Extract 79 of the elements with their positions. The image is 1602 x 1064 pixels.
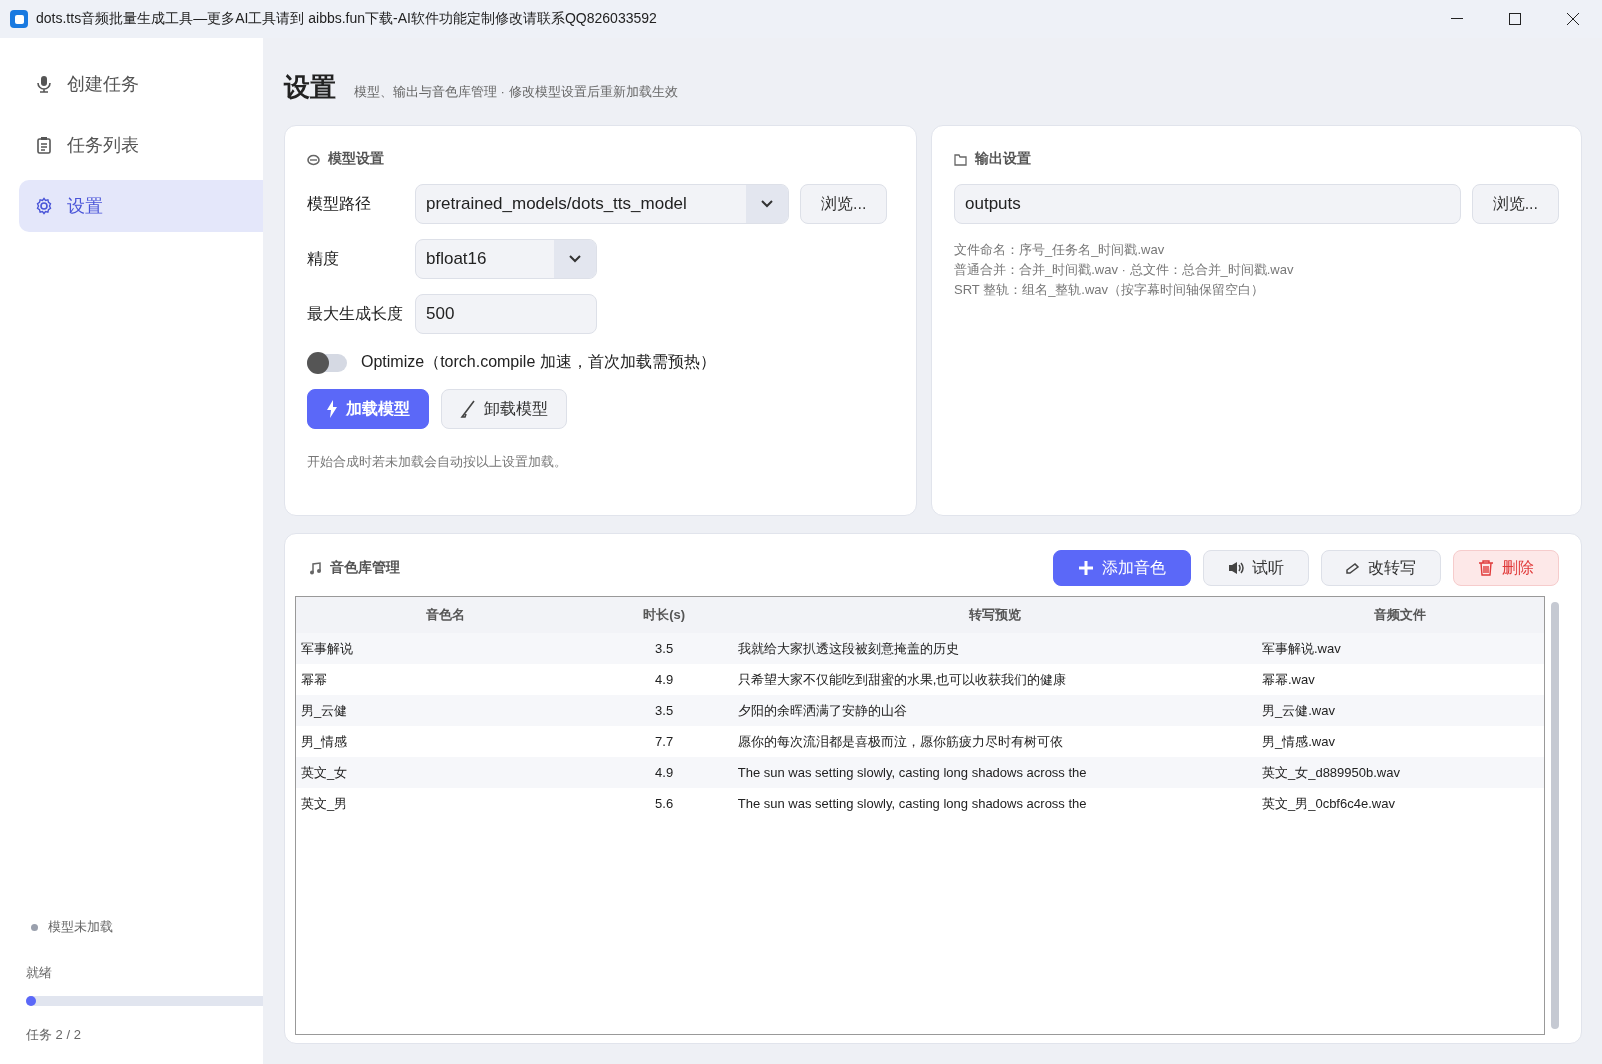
- table-cell: 幂幂: [296, 664, 596, 695]
- pencil-icon: [1346, 562, 1360, 574]
- table-cell: 3.5: [595, 633, 733, 664]
- sidebar-item[interactable]: 设置: [19, 180, 263, 232]
- table-cell: 男_情感.wav: [1256, 726, 1544, 757]
- section-title: 音色库管理: [330, 559, 400, 577]
- page-subtitle: 模型、输出与音色库管理 · 修改模型设置后重新加载生效: [354, 83, 678, 101]
- column-header: 时长(s): [595, 597, 733, 633]
- sidebar-item[interactable]: 任务列表: [19, 119, 263, 171]
- browse-button[interactable]: 浏览...: [800, 184, 888, 224]
- speaker-icon: [1228, 561, 1244, 575]
- microphone-icon: [35, 75, 53, 93]
- window-title: dots.tts音频批量生成工具—更多AI工具请到 aibbs.fun下载-AI软件功能定制修改请联系QQ826033592: [36, 10, 658, 28]
- brush-icon: [460, 400, 476, 418]
- table-cell: 5.6: [595, 788, 733, 819]
- max-length-field[interactable]: 500: [415, 294, 597, 334]
- table-cell: 男_情感: [296, 726, 596, 757]
- preview-button[interactable]: 试听: [1203, 550, 1309, 586]
- load-model-button[interactable]: 加载模型: [307, 389, 429, 429]
- field-label: 精度: [307, 248, 340, 269]
- browse-button[interactable]: 浏览...: [1471, 184, 1559, 224]
- clipboard-icon: [35, 136, 53, 154]
- plus-icon: [1078, 560, 1094, 576]
- status-text: 就绪: [26, 964, 53, 982]
- model-status: 模型未加载: [48, 918, 113, 936]
- page-title: 设置: [284, 71, 336, 104]
- settings-icon: [35, 197, 53, 215]
- field-label: 模型路径: [307, 193, 372, 214]
- field-label: 最大生成长度: [307, 303, 404, 324]
- table-cell: 男_云健.wav: [1256, 695, 1544, 726]
- table-cell: 英文_男_0cbf6c4e.wav: [1256, 788, 1544, 819]
- task-count: 任务 2 / 2: [26, 1026, 82, 1044]
- note-text: 文件命名：序号_任务名_时间戳.wav: [954, 241, 1166, 259]
- optimize-toggle[interactable]: [307, 353, 347, 372]
- column-header: 音色名: [296, 597, 596, 633]
- delete-button[interactable]: 删除: [1453, 550, 1559, 586]
- table-cell: 4.9: [595, 757, 733, 788]
- folder-icon: [954, 152, 967, 166]
- toggle-label: Optimize（torch.compile 加速，首次加载需预热）: [361, 352, 716, 372]
- table-cell: 军事解说.wav: [1256, 633, 1544, 664]
- model-path-dropdown[interactable]: pretrained_models/dots_tts_model: [415, 184, 789, 224]
- table-cell: The sun was setting slowly, casting long shadows across the: [732, 788, 1257, 819]
- table-cell: 英文_男: [296, 788, 596, 819]
- music-note-icon: [309, 561, 322, 575]
- chevron-down-icon: [569, 255, 581, 263]
- note-text: 普通合并：合并_时间戳.wav · 总文件：总合并_时间戳.wav: [954, 261, 1295, 279]
- close-icon: [1567, 13, 1579, 25]
- scrollbar[interactable]: [1551, 602, 1559, 1029]
- table-cell: 只希望大家不仅能吃到甜蜜的水果,也可以收获我们的健康: [732, 664, 1257, 695]
- table-cell: 愿你的每次流泪都是喜极而泣，愿你筋疲力尽时有树可依: [732, 726, 1257, 757]
- table-cell: 我就给大家扒透这段被刻意掩盖的历史: [732, 633, 1257, 664]
- edit-transcript-button[interactable]: 改转写: [1321, 550, 1441, 586]
- app-icon: [10, 10, 28, 28]
- output-path-field[interactable]: outputs: [954, 184, 1461, 224]
- add-voice-button[interactable]: 添加音色: [1053, 550, 1191, 586]
- unload-model-button[interactable]: 卸载模型: [441, 389, 567, 429]
- maximize-icon: [1509, 13, 1521, 25]
- table-cell: 夕阳的余晖洒满了安静的山谷: [732, 695, 1257, 726]
- table-cell: 英文_女_d889950b.wav: [1256, 757, 1544, 788]
- section-title: 模型设置: [328, 150, 384, 168]
- sidebar-item[interactable]: 创建任务: [19, 58, 263, 110]
- table-cell: 3.5: [595, 695, 733, 726]
- column-header: 转写预览: [732, 597, 1257, 633]
- table-cell: 幂幂.wav: [1256, 664, 1544, 695]
- section-title: 输出设置: [975, 150, 1031, 168]
- table-cell: 4.9: [595, 664, 733, 695]
- note-text: SRT 整轨：组名_整轨.wav（按字幕时间轴保留空白）: [954, 281, 1266, 299]
- table-cell: The sun was setting slowly, casting long shadows across the: [732, 757, 1257, 788]
- column-header: 音频文件: [1256, 597, 1544, 633]
- table-cell: 7.7: [595, 726, 733, 757]
- table-cell: 男_云健: [296, 695, 596, 726]
- trash-icon: [1478, 560, 1494, 576]
- chevron-down-icon: [761, 200, 773, 208]
- table-cell: 英文_女: [296, 757, 596, 788]
- hint-text: 开始合成时若未加载会自动按以上设置加载。: [307, 453, 568, 471]
- lightning-icon: [326, 400, 338, 418]
- minimize-icon: [1451, 18, 1463, 20]
- precision-dropdown[interactable]: bfloat16: [415, 239, 597, 279]
- table-cell: 军事解说: [296, 633, 596, 664]
